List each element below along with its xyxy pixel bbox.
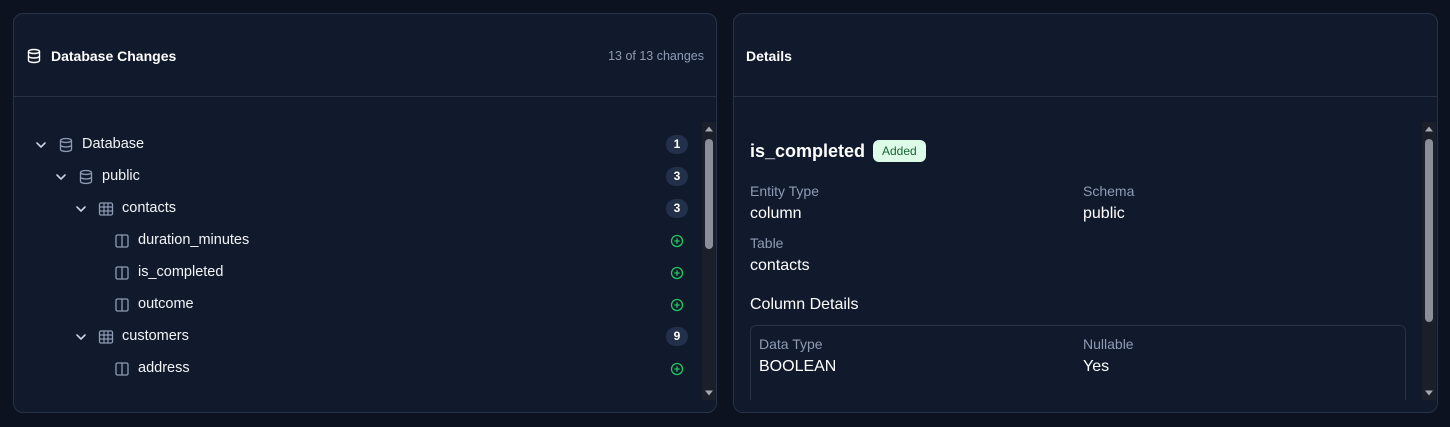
tree-item-label: duration_minutes [138, 232, 250, 248]
column-icon [115, 362, 129, 376]
chevron-down-icon[interactable] [34, 138, 48, 152]
tree-item-label: customers [122, 328, 189, 344]
entity-name: is_completed [750, 141, 866, 161]
scrollbar-thumb[interactable] [705, 139, 713, 249]
data-type-value: BOOLEAN [759, 358, 837, 375]
tree-item-label: Database [82, 136, 145, 152]
plus-circle-icon [670, 298, 684, 312]
data-type-label: Data Type [759, 336, 823, 352]
schema-value: public [1083, 205, 1125, 222]
scroll-up-arrow-icon[interactable] [1424, 124, 1434, 134]
tree-item-label: address [138, 360, 190, 376]
chevron-down-icon[interactable] [74, 202, 88, 216]
database-changes-panel: Database Changes 13 of 13 changes Databa… [13, 13, 717, 413]
table-icon [98, 202, 114, 216]
panel-title: Database Changes [51, 48, 177, 64]
details-panel: Details is_completed Added Entity Type c… [733, 13, 1438, 413]
scroll-up-arrow-icon[interactable] [704, 124, 714, 134]
count-badge: 9 [666, 327, 688, 346]
column-icon [115, 298, 129, 312]
panel-title: Details [746, 48, 792, 64]
tree-item-public[interactable]: public 3 [14, 161, 704, 193]
chevron-down-icon[interactable] [54, 170, 68, 184]
tree-item-label: outcome [138, 296, 194, 312]
tree-item-label: contacts [122, 200, 176, 216]
count-badge: 1 [666, 135, 688, 154]
nullable-value: Yes [1083, 358, 1110, 375]
changes-count: 13 of 13 changes [608, 49, 704, 63]
tree-item-label: public [102, 168, 140, 184]
count-badge: 3 [666, 199, 688, 218]
status-badge: Added [873, 140, 926, 162]
plus-circle-icon [670, 234, 684, 248]
chevron-down-icon[interactable] [74, 330, 88, 344]
plus-circle-icon [670, 362, 684, 376]
column-details-title: Column Details [750, 296, 859, 313]
tree-item-customers[interactable]: customers 9 [14, 321, 704, 353]
scrollbar-thumb[interactable] [1425, 139, 1433, 322]
tree-scrollbar[interactable] [702, 122, 716, 400]
tree-item-contacts[interactable]: contacts 3 [14, 193, 704, 225]
database-changes-header: Database Changes 13 of 13 changes [14, 14, 716, 97]
tree-item-address[interactable]: address [14, 353, 704, 385]
entity-type-label: Entity Type [750, 183, 820, 199]
scroll-down-arrow-icon[interactable] [1424, 388, 1434, 398]
details-scrollbar[interactable] [1422, 122, 1436, 400]
table-label: Table [750, 235, 784, 251]
nullable-label: Nullable [1083, 336, 1134, 352]
entity-type-value: column [750, 205, 802, 222]
scroll-down-arrow-icon[interactable] [704, 388, 714, 398]
tree-item-label: is_completed [138, 264, 224, 280]
table-icon [98, 330, 114, 344]
database-icon [27, 48, 41, 64]
column-icon [115, 266, 129, 280]
plus-circle-icon [670, 266, 684, 280]
tree-item-is-completed[interactable]: is_completed [14, 257, 704, 289]
column-icon [115, 234, 129, 248]
details-header: Details [734, 14, 1437, 97]
database-icon [59, 137, 73, 153]
tree-item-duration-minutes[interactable]: duration_minutes [14, 225, 704, 257]
tree-item-database[interactable]: Database 1 [14, 129, 704, 161]
table-value: contacts [750, 257, 810, 274]
panel-bottom-edge [734, 400, 1437, 412]
database-icon [79, 169, 93, 185]
count-badge: 3 [666, 167, 688, 186]
schema-label: Schema [1083, 183, 1135, 199]
tree-item-outcome[interactable]: outcome [14, 289, 704, 321]
